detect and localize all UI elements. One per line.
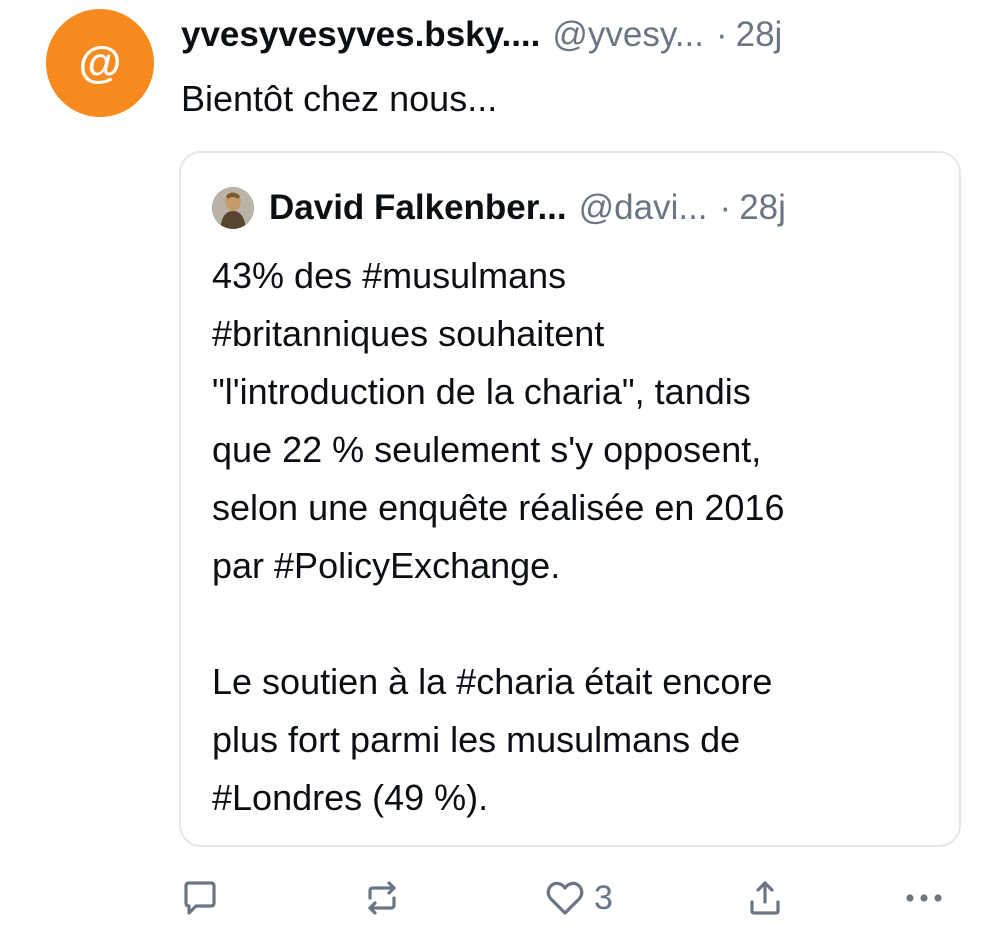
separator-dot: · — [719, 188, 732, 227]
like-count: 3 — [594, 878, 613, 917]
text-line: #Londres (49 %). — [212, 777, 489, 818]
repost-icon — [368, 881, 396, 915]
text-line: que 22 % seulement s'y opposent, — [212, 429, 762, 470]
quoted-author-avatar[interactable] — [212, 187, 254, 229]
quoted-post[interactable]: David Falkenber... @davi... · 28j 43% de… — [179, 151, 961, 847]
text-line: "l'introduction de la charia", tandis — [212, 371, 751, 412]
post-header: yvesyvesyves.bsky.... @yvesy... · 28j — [181, 12, 962, 58]
quoted-post-header: David Falkenber... @davi... · 28j — [269, 184, 939, 232]
quoted-author-handle[interactable]: @davi... — [579, 188, 708, 228]
reply-button[interactable] — [180, 870, 220, 926]
text-line: plus fort parmi les musulmans de — [212, 719, 741, 760]
quoted-author-name[interactable]: David Falkenber... — [269, 188, 567, 228]
author-name[interactable]: yvesyvesyves.bsky.... — [181, 15, 540, 55]
heart-icon — [546, 881, 584, 915]
text-line: #britanniques souhaitent — [212, 313, 605, 354]
post-actions: 3 — [180, 870, 950, 926]
author-handle[interactable]: @yvesy... — [552, 15, 704, 55]
share-button[interactable] — [745, 870, 785, 926]
text-line: selon une enquête réalisée en 2016 — [212, 487, 785, 528]
more-icon — [906, 894, 942, 902]
quoted-post-text: 43% des #musulmans #britanniques souhait… — [212, 247, 939, 885]
quoted-paragraph-1: 43% des #musulmans #britanniques souhait… — [212, 247, 939, 595]
share-icon — [750, 881, 780, 915]
like-button[interactable]: 3 — [544, 870, 613, 926]
post-text: Bientôt chez nous... — [181, 78, 498, 119]
comment-icon — [184, 881, 216, 915]
text-line: par #PolicyExchange. — [212, 545, 561, 586]
separator-dot: · — [715, 15, 728, 54]
text-line: Le soutien à la #charia était encore — [212, 661, 773, 702]
author-avatar[interactable]: @ — [46, 9, 154, 117]
at-sign-icon: @ — [78, 38, 122, 87]
more-button[interactable] — [902, 870, 946, 926]
repost-button[interactable] — [362, 870, 402, 926]
text-line: 43% des #musulmans — [212, 255, 567, 296]
quoted-post-timestamp[interactable]: 28j — [739, 188, 786, 228]
quoted-paragraph-2: Le soutien à la #charia était encore plu… — [212, 653, 939, 827]
post-timestamp[interactable]: 28j — [736, 15, 783, 55]
